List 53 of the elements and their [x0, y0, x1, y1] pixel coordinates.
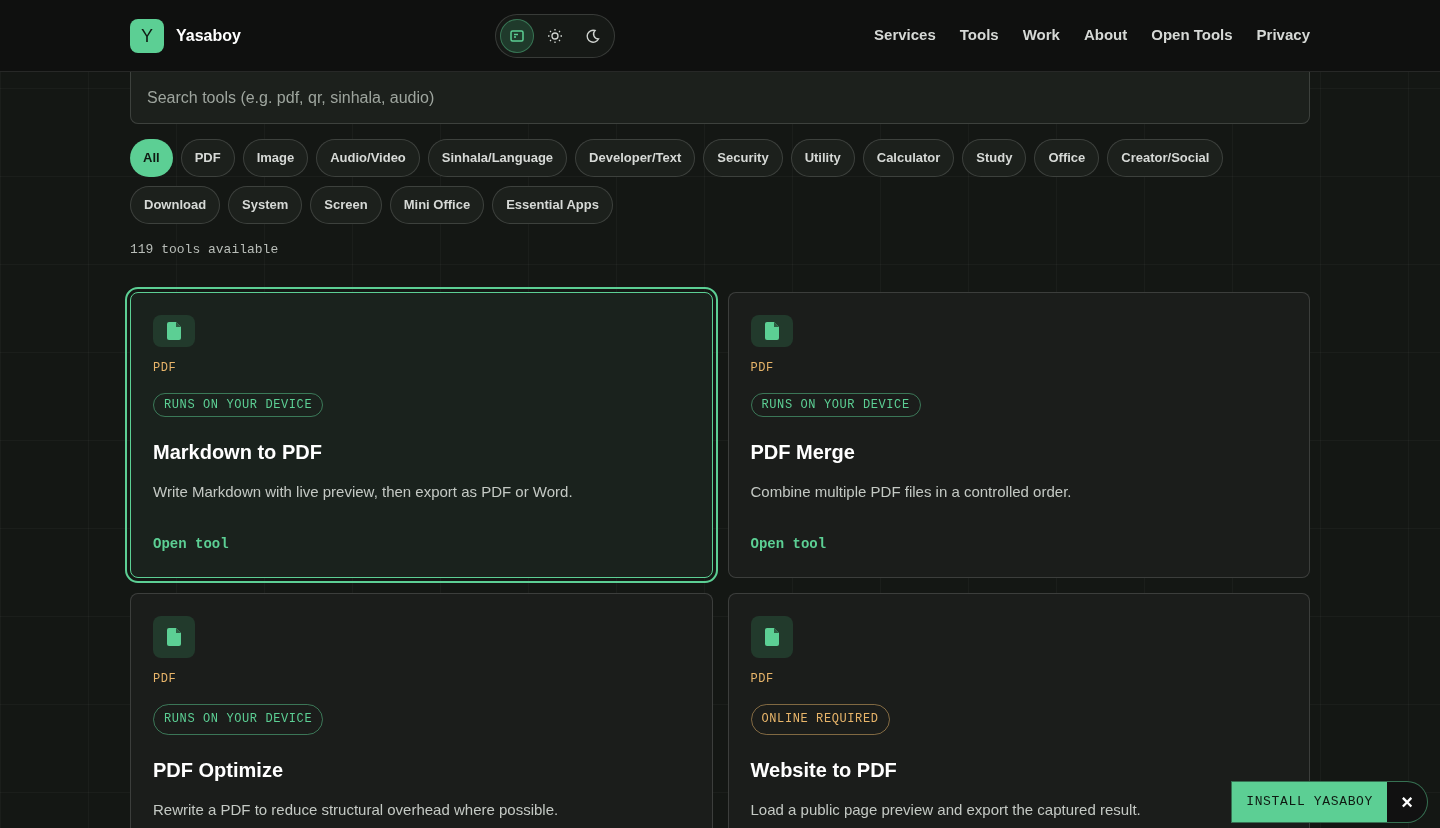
install-button[interactable]: INSTALL YASABOY	[1232, 782, 1387, 822]
display-icon	[509, 27, 525, 44]
filter-chip[interactable]: PDF	[180, 139, 235, 177]
nav-link[interactable]: Open Tools	[1151, 24, 1233, 47]
sun-icon	[547, 27, 563, 44]
category-label: PDF	[153, 670, 177, 688]
filter-chip[interactable]: Image	[242, 139, 309, 177]
tool-card[interactable]: PDF RUNS ON YOUR DEVICE PDF Merge Combine multiple PDF files in a controlled order. Open tool	[727, 291, 1310, 578]
tool-description: Combine multiple PDF files in a controlled order.	[750, 482, 1072, 502]
filter-chip[interactable]: Sinhala/Language	[427, 139, 568, 177]
file-icon	[750, 615, 793, 658]
nav-link[interactable]: Tools	[959, 24, 999, 47]
filter-chip[interactable]: Audio/Video	[316, 139, 420, 177]
filter-chip[interactable]: System	[228, 186, 303, 224]
tool-description: Load a public page preview and export the captured result.	[750, 799, 1141, 820]
category-label: PDF	[750, 670, 774, 688]
filter-chip[interactable]: Office	[1034, 139, 1100, 177]
nav-link[interactable]: About	[1083, 24, 1128, 47]
filter-chip[interactable]: Utility	[790, 139, 855, 177]
tool-title: PDF Merge	[750, 440, 855, 465]
open-tool-link[interactable]: Open tool	[153, 533, 229, 555]
tool-description: Write Markdown with live preview, then export as PDF or Word.	[153, 482, 573, 502]
tool-title: PDF Optimize	[153, 757, 283, 783]
open-tool-link[interactable]: Open tool	[750, 533, 827, 555]
file-icon	[153, 314, 195, 347]
filter-chip[interactable]: Security	[703, 139, 783, 177]
nav-link[interactable]: Services	[874, 24, 936, 47]
search-field[interactable]: Search tools (e.g. pdf, qr, sinhala, audio)	[131, 72, 1309, 123]
filter-chip[interactable]: Essential Apps	[492, 186, 613, 224]
filter-chip[interactable]: Developer/Text	[575, 139, 696, 177]
tool-count: 119 tools available	[130, 241, 280, 259]
tool-card[interactable]: PDF RUNS ON YOUR DEVICE PDF Optimize Rewrite a PDF to reduce structural overhead where possible.	[130, 592, 713, 828]
filter-chip[interactable]: Screen	[310, 186, 382, 224]
close-button[interactable]: ×	[1387, 782, 1427, 822]
file-icon	[153, 615, 195, 658]
filter-chip[interactable]: Creator/Social	[1107, 139, 1224, 177]
category-label: PDF	[750, 359, 774, 377]
theme-button[interactable]	[500, 18, 534, 53]
filter-chip[interactable]: All	[130, 139, 173, 177]
category-label: PDF	[153, 359, 177, 377]
tool-title: Website to PDF	[750, 757, 897, 783]
nav-link[interactable]: Privacy	[1256, 24, 1310, 47]
filter-chip[interactable]: Calculator	[862, 139, 955, 177]
logo-badge[interactable]: Y	[130, 18, 164, 53]
filter-chip[interactable]: Download	[130, 186, 221, 224]
brand-name[interactable]: Yasaboy	[176, 23, 241, 48]
filter-chip[interactable]: Mini Office	[389, 186, 485, 224]
moon-icon	[585, 27, 601, 44]
tool-title: Markdown to PDF	[153, 440, 322, 465]
tool-description: Rewrite a PDF to reduce structural overhead where possible.	[153, 799, 559, 820]
nav-link[interactable]: Work	[1022, 24, 1060, 47]
filter-chip[interactable]: Study	[962, 139, 1027, 177]
file-icon	[750, 314, 793, 347]
